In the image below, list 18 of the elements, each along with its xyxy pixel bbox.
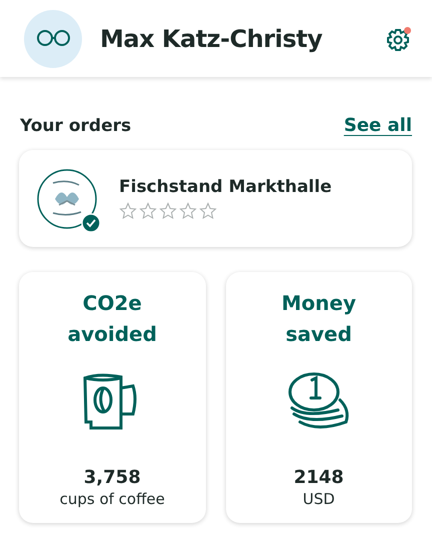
store-name: Fischstand Markthalle bbox=[119, 177, 332, 197]
star-icon[interactable] bbox=[199, 202, 217, 220]
stat-unit: USD bbox=[302, 490, 335, 508]
stat-value: 2148 bbox=[294, 467, 344, 488]
star-icon[interactable] bbox=[139, 202, 157, 220]
stat-title: Money saved bbox=[280, 290, 357, 348]
section-title: Your orders bbox=[20, 116, 132, 136]
order-card[interactable]: Fischstand Markthalle bbox=[19, 150, 412, 247]
avatar[interactable] bbox=[24, 10, 82, 68]
user-name: Max Katz-Christy bbox=[100, 24, 324, 52]
stat-value: 3,758 bbox=[84, 467, 141, 488]
star-icon[interactable] bbox=[179, 202, 197, 220]
star-icon[interactable] bbox=[119, 202, 137, 220]
stat-title: CO2e avoided bbox=[66, 290, 158, 348]
star-icon[interactable] bbox=[159, 202, 177, 220]
see-all-link[interactable]: See all bbox=[344, 115, 412, 136]
stat-unit: cups of coffee bbox=[60, 490, 165, 508]
settings-icon[interactable] bbox=[386, 26, 412, 52]
